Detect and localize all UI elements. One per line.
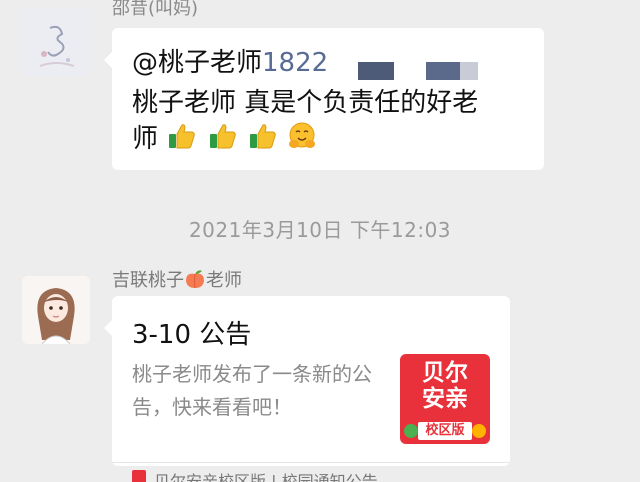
avatar-art-icon [22,8,90,76]
thumbs-up-icon [249,124,276,149]
redacted-block [460,62,478,80]
sender-name-prefix: 吉联桃子 [112,270,184,291]
app-icon: 贝尔 安亲 校区版 [400,354,490,444]
app-icon-name-line1: 贝尔 [422,360,468,386]
mention-number[interactable]: 1822 [262,48,328,78]
redacted-block [358,62,394,80]
leaf-decoration [472,424,486,438]
mention-line: @桃子老师1822 [132,42,328,79]
sender-avatar-2[interactable] [22,276,90,344]
thumbs-up-icon [169,124,196,149]
card-description: 桃子老师发布了一条新的公告，快来看看吧！ [132,362,372,419]
hugging-face-icon [289,122,316,148]
sender-name-2: 吉联桃子 老师 [112,266,242,292]
girl-avatar-icon [22,276,90,344]
app-icon-name: 贝尔 安亲 [400,360,490,412]
message-text-line: 桃子老师 真是个负责任的好老 [132,88,479,118]
source-app-icon [132,470,146,482]
peach-icon [186,270,204,289]
sender-avatar-1[interactable] [22,8,90,76]
card-divider [112,462,510,463]
card-title: 3-10 公告 [132,320,252,350]
sender-name-suffix: 老师 [206,270,242,291]
app-icon-name-line2: 安亲 [422,386,468,412]
message-bubble-1[interactable]: @桃子老师1822 桃子老师 真是个负责任的好老 师 [104,28,544,170]
redacted-block [426,62,460,80]
leaf-decoration [404,424,418,438]
sender-name-1: 邵昔(叫妈) [112,0,199,19]
mention-name[interactable]: @桃子老师 [132,48,262,78]
message-text-end: 师 [132,124,159,154]
thumbs-up-icon [209,124,236,149]
chat-timestamp: 2021年3月10日 下午12:03 [188,218,452,242]
announcement-card[interactable]: 3-10 公告 桃子老师发布了一条新的公告，快来看看吧！ 贝尔 安亲 校区版 [104,296,510,466]
app-icon-badge: 校区版 [418,422,472,440]
message-text-line: 师 [132,118,319,155]
